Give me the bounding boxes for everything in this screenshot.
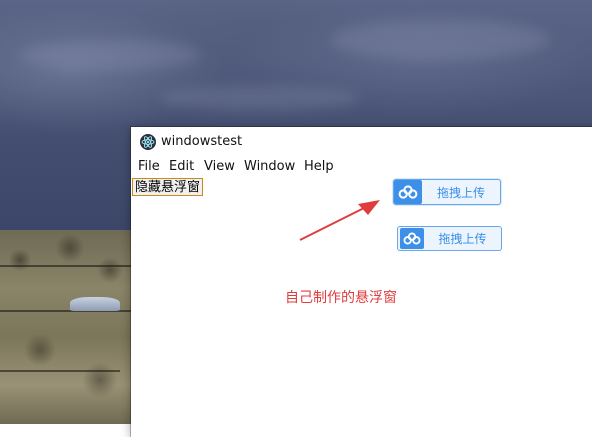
electron-app-icon	[140, 134, 156, 150]
baidu-cloud-icon	[394, 180, 422, 204]
drag-upload-button[interactable]: 拖拽上传	[393, 179, 501, 205]
menu-help[interactable]: Help	[304, 159, 334, 175]
sky-cloud	[20, 40, 200, 70]
app-window: windowstest File Edit View Window Help 隐…	[131, 127, 592, 437]
drag-upload-label: 拖拽上传	[438, 232, 487, 246]
sky-cloud	[330, 20, 550, 60]
baidu-cloud-icon	[400, 228, 424, 249]
window-title: windowstest	[161, 134, 243, 149]
sky-cloud	[160, 85, 360, 111]
stone-wall-image	[0, 230, 135, 424]
sky-gap-in-wall	[70, 297, 120, 311]
stone-crack	[0, 265, 135, 267]
menu-bar: File Edit View Window Help	[131, 157, 592, 177]
menu-edit[interactable]: Edit	[169, 159, 194, 175]
title-bar[interactable]: windowstest	[131, 127, 592, 157]
stone-crack	[0, 370, 120, 372]
drag-upload-label: 拖拽上传	[436, 185, 485, 200]
menu-view[interactable]: View	[204, 159, 235, 175]
annotation-text: 自己制作的悬浮窗	[285, 290, 397, 306]
red-arrow-icon	[299, 200, 380, 241]
hide-floating-window-button[interactable]: 隐藏悬浮窗	[132, 178, 204, 196]
menu-file[interactable]: File	[138, 159, 160, 175]
drag-upload-button[interactable]: 拖拽上传	[397, 226, 502, 251]
menu-window[interactable]: Window	[244, 159, 295, 175]
